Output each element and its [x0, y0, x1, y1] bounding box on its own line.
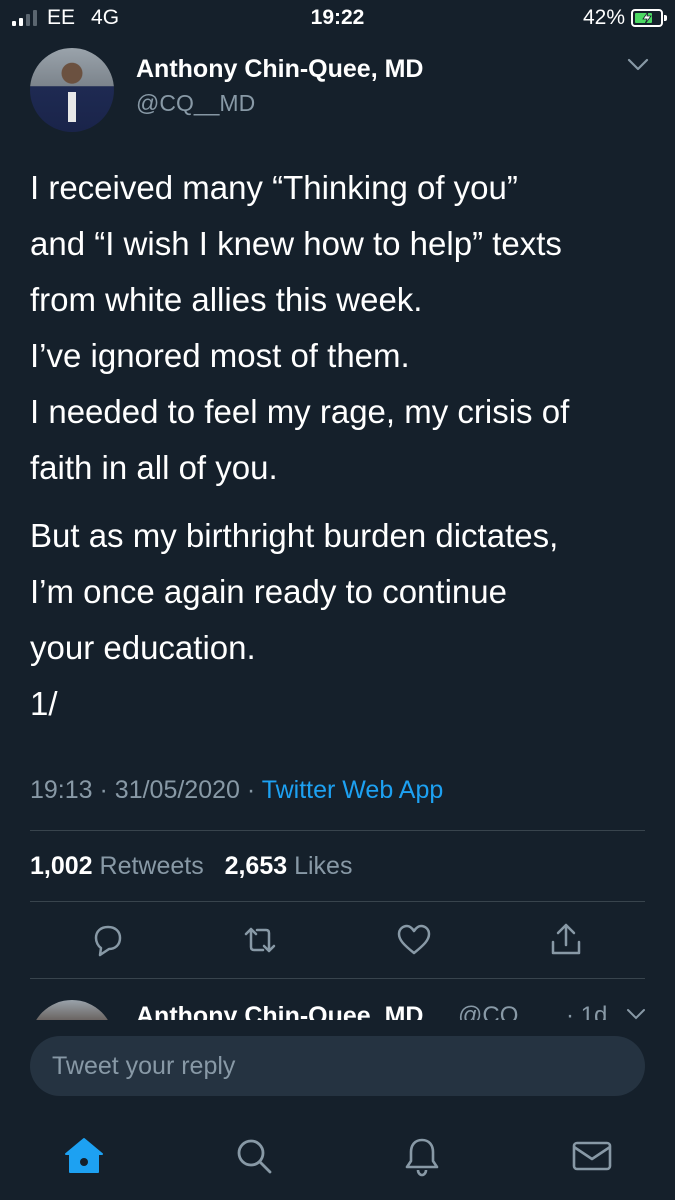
retweets-label[interactable]: Retweets — [100, 852, 204, 880]
status-bar: EE 4G 19:22 42% — [0, 0, 675, 36]
tweet-paragraph-1: I received many “Thinking of you” and “I… — [30, 160, 650, 496]
tweet-time: 19:13 — [30, 776, 93, 804]
tweet-stats: 1,002 Retweets 2,653 Likes — [30, 852, 352, 881]
battery-icon — [631, 9, 667, 27]
next-tweet-author-name[interactable]: Anthony Chin-Quee, MD — [136, 1002, 423, 1020]
tweet-line: I received many “Thinking of you” — [30, 169, 518, 206]
tweet-line: I’ve ignored most of them. — [30, 337, 410, 374]
tweet-line: faith in all of you. — [30, 449, 278, 486]
heart-icon[interactable] — [394, 920, 434, 960]
divider — [30, 901, 645, 902]
tweet-text: I received many “Thinking of you” and “I… — [30, 160, 650, 744]
tweet-meta: 19:13 · 31/05/2020 · Twitter Web App — [30, 776, 444, 804]
author-avatar[interactable] — [30, 48, 114, 132]
tweet-date: 31/05/2020 — [114, 776, 240, 804]
likes-count[interactable]: 2,653 — [225, 852, 288, 880]
author-name[interactable]: Anthony Chin-Quee, MD — [136, 55, 423, 84]
tweet-actions — [0, 920, 675, 964]
retweets-count[interactable]: 1,002 — [30, 852, 93, 880]
chevron-down-icon[interactable] — [626, 1008, 646, 1020]
search-icon[interactable] — [232, 1134, 276, 1178]
retweet-icon[interactable] — [240, 920, 280, 960]
reply-icon[interactable] — [88, 920, 128, 960]
tweet-line: I’m once again ready to continue — [30, 573, 507, 610]
tweet-line: 1/ — [30, 685, 58, 722]
bell-icon[interactable] — [400, 1134, 444, 1178]
chevron-down-icon[interactable] — [627, 58, 649, 72]
next-tweet-author-handle: @CQ ... — [458, 1002, 559, 1020]
author-handle[interactable]: @CQ__MD — [136, 90, 255, 117]
tweet-line: I needed to feel my rage, my crisis of — [30, 393, 570, 430]
divider — [30, 978, 645, 979]
likes-label[interactable]: Likes — [294, 852, 352, 880]
tweet-line: from white allies this week. — [30, 281, 423, 318]
home-icon[interactable] — [62, 1134, 106, 1178]
mail-icon[interactable] — [570, 1134, 614, 1178]
tweet-line: and “I wish I knew how to help” texts — [30, 225, 562, 262]
next-tweet[interactable]: Anthony Chin-Quee, MD @CQ ... · 1d — [0, 980, 675, 1020]
status-right: 42% — [582, 6, 667, 30]
battery-percent: 42% — [582, 6, 625, 29]
tab-bar — [0, 1110, 675, 1200]
divider — [30, 830, 645, 831]
next-tweet-avatar[interactable] — [30, 1000, 114, 1020]
reply-input[interactable]: Tweet your reply — [30, 1036, 645, 1096]
reply-placeholder: Tweet your reply — [52, 1052, 236, 1080]
share-icon[interactable] — [546, 920, 586, 960]
next-tweet-age: · 1d — [566, 1002, 608, 1020]
tweet-paragraph-2: But as my birthright burden dictates, I’… — [30, 508, 650, 732]
tweet-line: But as my birthright burden dictates, — [30, 517, 559, 554]
tweet-line: your education. — [30, 629, 256, 666]
tweet-source-link[interactable]: Twitter Web App — [262, 776, 444, 804]
status-time: 19:22 — [310, 6, 365, 29]
